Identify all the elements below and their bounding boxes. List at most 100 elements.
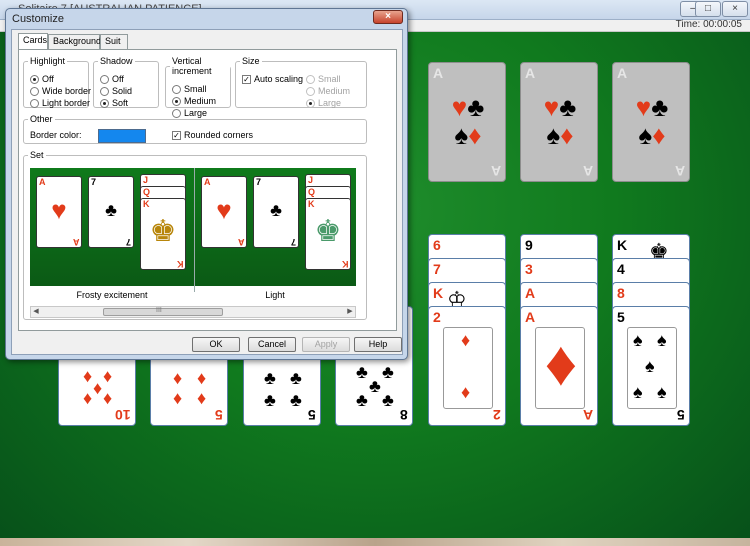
card-rank: 8 xyxy=(617,285,625,301)
card-rank: 7 xyxy=(125,237,131,247)
card-rank: A xyxy=(237,237,245,247)
club-icon: ♣ xyxy=(382,390,394,410)
cancel-button[interactable]: Cancel xyxy=(248,337,296,352)
preview-king-diamonds: K ♚ K xyxy=(305,198,351,270)
highlight-off-radio[interactable]: Off xyxy=(30,74,54,84)
set-group: Set A ♥ A 7 ♣ 7 J Q K ♚ K A ♥ A 7 ♣ 7 J … xyxy=(23,150,367,320)
card-rank: J xyxy=(143,175,149,185)
card-rank: J xyxy=(308,175,314,185)
card-rank: 5 xyxy=(215,407,223,423)
auto-scaling-checkbox[interactable]: ✓ Auto scaling xyxy=(242,74,303,84)
customize-dialog: Customize × Cards Background Suit Highli… xyxy=(5,8,408,360)
card-rank: K xyxy=(433,285,444,301)
option-label: Rounded corners xyxy=(184,130,254,140)
diamond-icon: ♦ xyxy=(544,327,578,399)
highlight-wide-border-radio[interactable]: Wide border xyxy=(30,86,91,96)
option-label: Off xyxy=(112,74,124,84)
card-rank: 2 xyxy=(493,407,501,423)
club-icon: ♣ xyxy=(382,362,394,382)
vertical-medium-radio[interactable]: Medium xyxy=(172,96,216,106)
card-rank: 10 xyxy=(115,407,131,423)
card-rank: A xyxy=(582,407,593,423)
diamond-icon: ♦ xyxy=(173,388,183,408)
size-group: Size ✓ Auto scaling Small Medium Large xyxy=(235,56,367,108)
ok-button[interactable]: OK xyxy=(192,337,240,352)
grip-icon: III xyxy=(156,307,162,314)
rounded-corners-checkbox[interactable]: ✓ Rounded corners xyxy=(172,130,253,140)
foundation-pile[interactable]: A ♥♣ ♠♦ A xyxy=(428,62,506,182)
spade-icon: ♠ xyxy=(645,356,655,376)
shadow-solid-radio[interactable]: Solid xyxy=(100,86,132,96)
card-rank: K xyxy=(143,199,150,209)
card-rank: 7 xyxy=(256,177,262,187)
club-icon: ♣ xyxy=(290,390,302,410)
radio-icon xyxy=(30,74,39,84)
foundation-pile[interactable]: A ♥♣ ♠♦ A xyxy=(612,62,690,182)
radio-icon xyxy=(306,86,315,96)
preview-ace-hearts: A ♥ A xyxy=(201,176,247,248)
vertical-small-radio[interactable]: Small xyxy=(172,84,207,94)
radio-icon xyxy=(100,98,109,108)
set-name-label: Frosty excitement xyxy=(76,290,148,300)
help-button[interactable]: Help xyxy=(354,337,402,352)
diamond-icon: ♦ xyxy=(103,366,113,386)
preview-ace-hearts: A ♥ A xyxy=(36,176,82,248)
card-rank: A xyxy=(39,177,46,187)
card-rank: A xyxy=(433,65,444,81)
option-label: Light border xyxy=(42,98,91,108)
radio-icon xyxy=(172,96,181,106)
dialog-close-button[interactable]: × xyxy=(373,10,403,24)
card-rank: K xyxy=(308,199,315,209)
card-set-light[interactable]: A ♥ A 7 ♣ 7 J Q K ♚ K xyxy=(194,168,356,292)
size-small-radio[interactable]: Small xyxy=(306,74,341,84)
apply-button[interactable]: Apply xyxy=(302,337,350,352)
foundation-pile[interactable]: A ♥♣ ♠♦ A xyxy=(520,62,598,182)
club-icon: ♣ xyxy=(264,368,276,388)
tab-suit[interactable]: Suit xyxy=(100,34,128,49)
shadow-legend: Shadow xyxy=(100,56,133,66)
scroll-right-arrow-icon[interactable]: ▶ xyxy=(345,307,355,317)
tableau-card[interactable]: 5 ♠ ♠ ♠ ♠ ♠ 5 xyxy=(612,306,690,426)
highlight-light-border-radio[interactable]: Light border xyxy=(30,98,90,108)
border-color-swatch[interactable] xyxy=(98,129,146,143)
card-rank: 4 xyxy=(617,261,625,277)
preview-seven-clubs: 7 ♣ 7 xyxy=(253,176,299,248)
tableau-card[interactable]: 2 ♦ ♦ 2 xyxy=(428,306,506,426)
dialog-body: Cards Background Suit Highlight Off Wide… xyxy=(11,29,403,355)
option-label: Wide border xyxy=(42,86,92,96)
card-rank: 6 xyxy=(433,237,441,253)
size-medium-radio[interactable]: Medium xyxy=(306,86,350,96)
suit-icons: ♥♣ ♠♦ xyxy=(635,92,669,150)
tab-cards[interactable]: Cards xyxy=(18,33,48,50)
card-rank: 3 xyxy=(525,261,533,277)
scroll-thumb[interactable]: III xyxy=(103,307,223,316)
close-window-button[interactable]: × xyxy=(722,1,748,17)
shadow-off-radio[interactable]: Off xyxy=(100,74,124,84)
card-rank: 2 xyxy=(433,309,441,325)
card-rank: 8 xyxy=(400,407,408,423)
spade-icon: ♠ xyxy=(633,330,643,350)
shadow-group: Shadow Off Solid Soft xyxy=(93,56,159,108)
cards-tab-panel: Highlight Off Wide border Light border S… xyxy=(18,49,397,331)
diamond-icon: ♦ xyxy=(461,382,471,402)
tableau-card[interactable]: A ♦ A xyxy=(520,306,598,426)
set-horizontal-scrollbar[interactable]: ◀ III ▶ xyxy=(30,306,356,318)
maximize-button[interactable]: □ xyxy=(695,1,721,17)
option-label: Auto scaling xyxy=(254,74,304,84)
club-icon: ♣ xyxy=(264,390,276,410)
card-rank: 7 xyxy=(91,177,97,187)
radio-icon xyxy=(30,86,39,96)
shadow-soft-radio[interactable]: Soft xyxy=(100,98,128,108)
tab-background[interactable]: Background xyxy=(48,34,101,49)
card-rank: K xyxy=(176,259,184,269)
card-rank: 9 xyxy=(525,237,533,253)
preview-seven-clubs: 7 ♣ 7 xyxy=(88,176,134,248)
radio-icon xyxy=(100,74,109,84)
vertical-increment-group: Vertical increment Small Medium Large xyxy=(165,56,231,118)
size-large-radio[interactable]: Large xyxy=(306,98,341,108)
set-name-label: Light xyxy=(265,290,285,300)
scroll-left-arrow-icon[interactable]: ◀ xyxy=(31,307,41,317)
card-rank: 5 xyxy=(308,407,316,423)
card-set-frosty-excitement[interactable]: A ♥ A 7 ♣ 7 J Q K ♚ K xyxy=(30,168,194,292)
suit-icons: ♥♣ ♠♦ xyxy=(451,92,485,150)
